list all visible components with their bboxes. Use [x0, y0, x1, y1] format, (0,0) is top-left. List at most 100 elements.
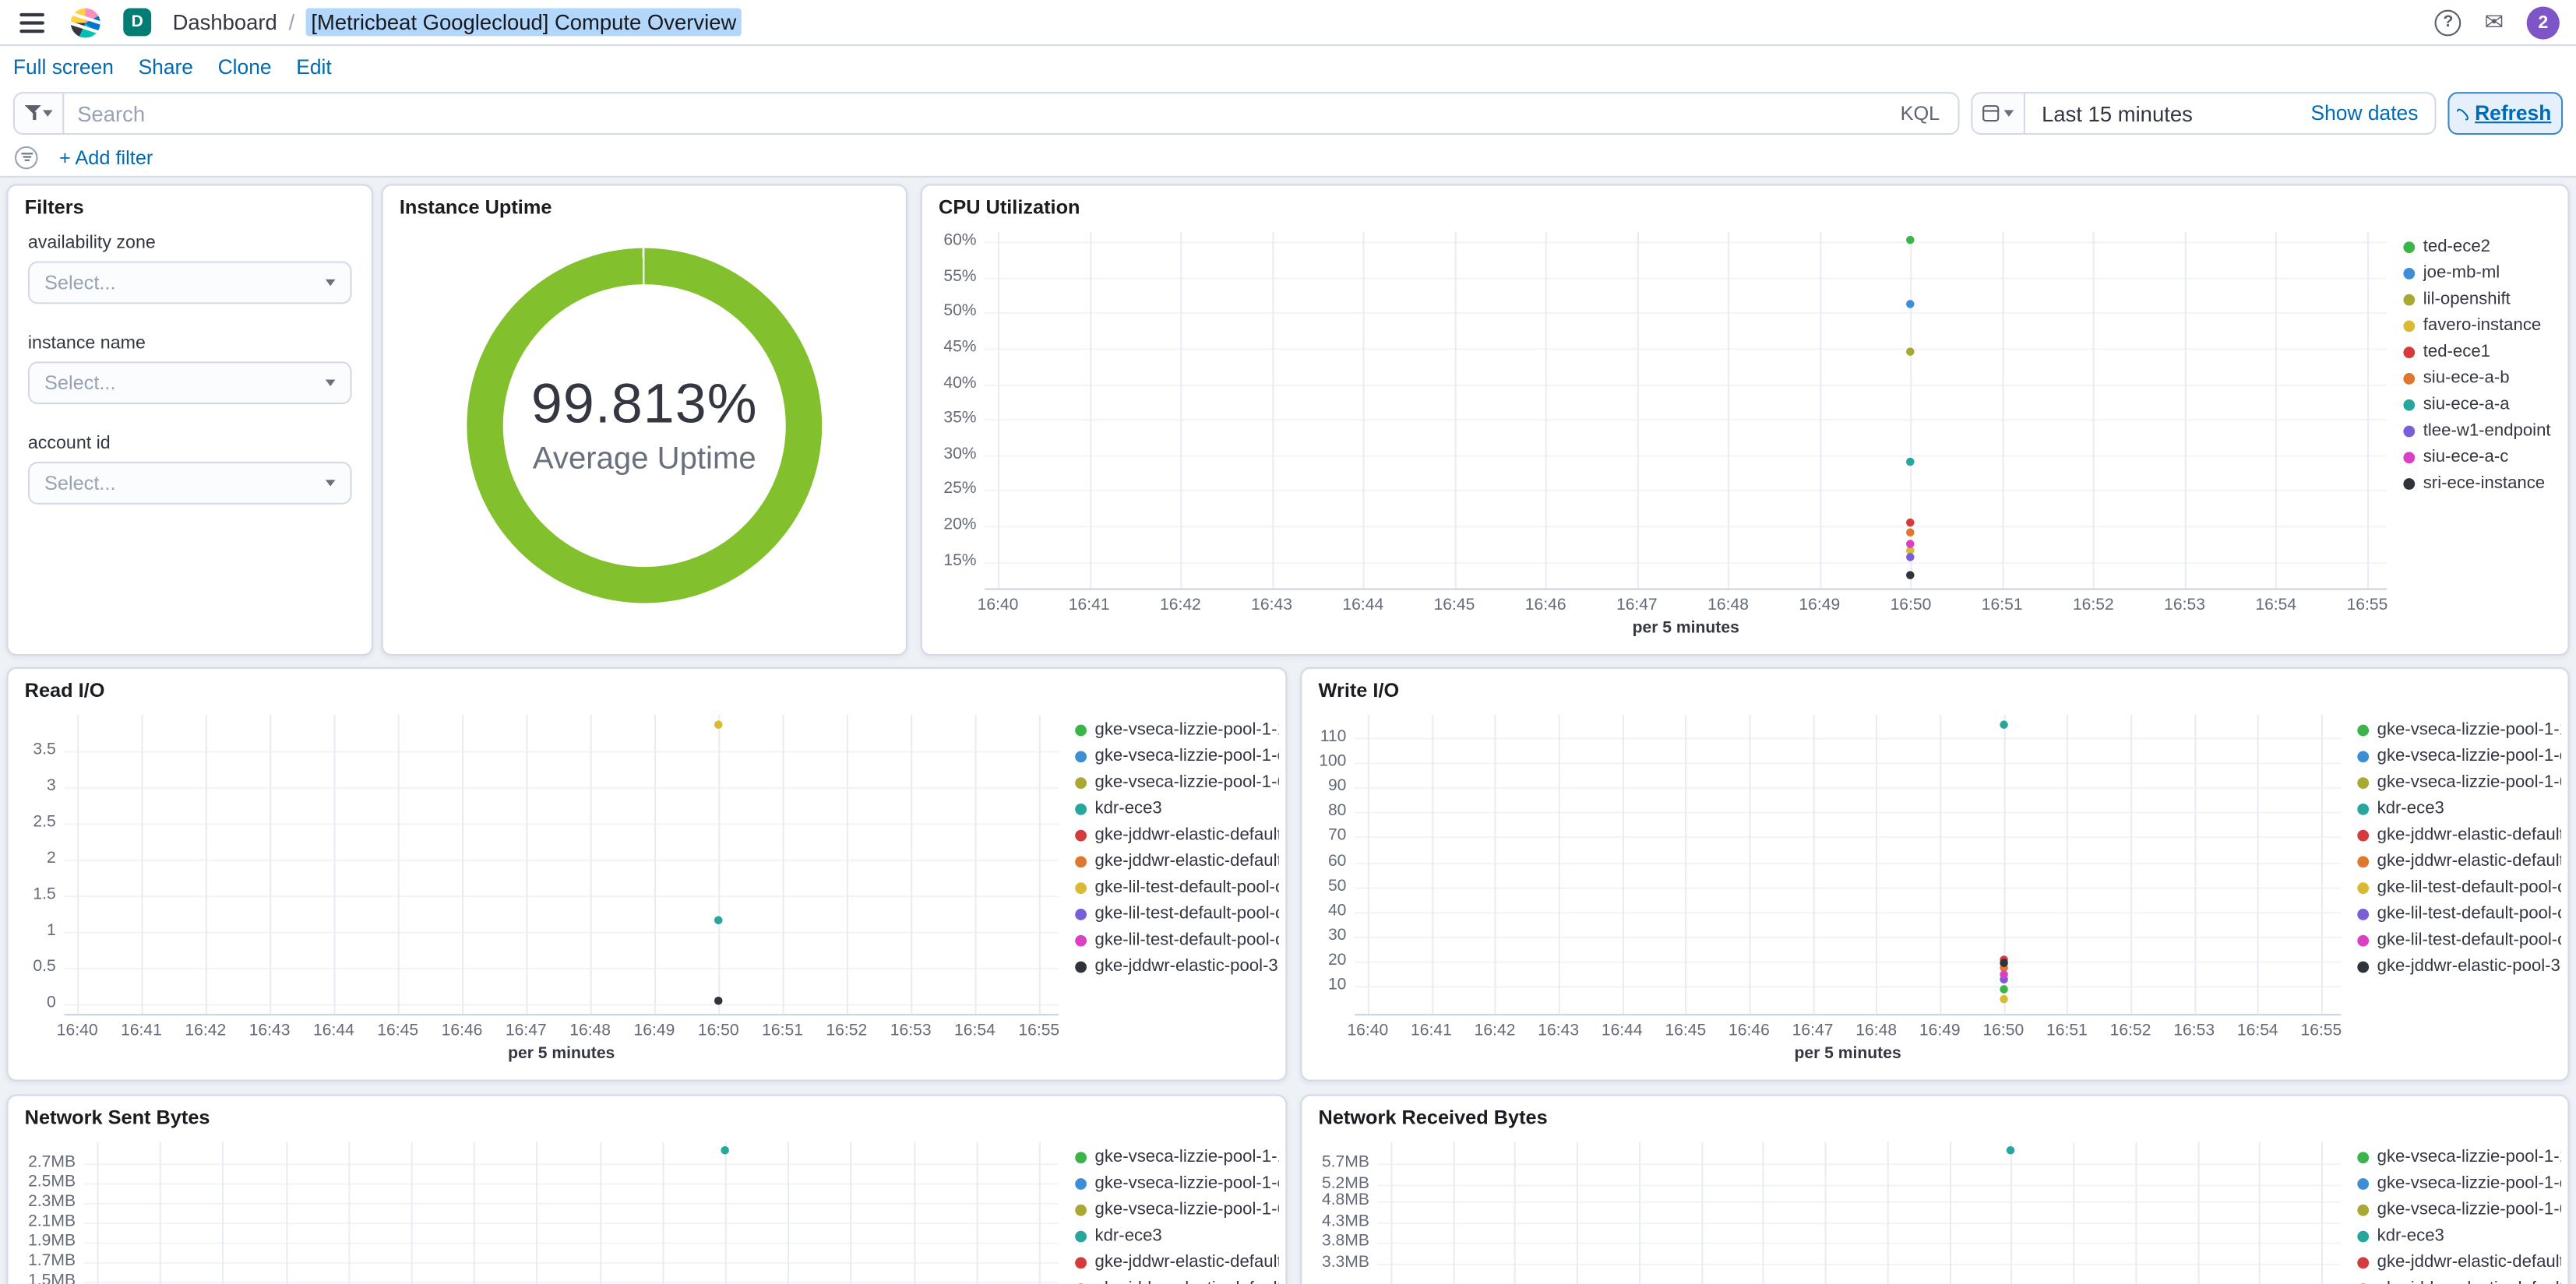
- legend-item[interactable]: gke-lil-test-default-pool-c1e...: [1075, 879, 1279, 897]
- legend-swatch: [2403, 477, 2416, 489]
- data-point[interactable]: [1906, 539, 1915, 548]
- search-input[interactable]: [64, 100, 1883, 126]
- legend-item[interactable]: gke-jddwr-elastic-default-po...: [1075, 1254, 1279, 1272]
- instance-name-select[interactable]: Select...: [27, 361, 352, 405]
- panel-title[interactable]: Read I/O: [25, 679, 105, 702]
- data-point[interactable]: [714, 720, 723, 730]
- legend-item[interactable]: gke-vseca-lizzie-pool-1-1877...: [2357, 1149, 2561, 1166]
- data-point[interactable]: [1906, 554, 1915, 562]
- legend-item[interactable]: gke-vseca-lizzie-pool-1-c417...: [1075, 748, 1279, 765]
- mail-icon[interactable]: [2484, 9, 2504, 37]
- legend-item[interactable]: ted-ece2: [2403, 238, 2561, 256]
- legend-item[interactable]: gke-vseca-lizzie-pool-1-c417...: [2357, 1175, 2561, 1193]
- refresh-button[interactable]: Refresh: [2447, 92, 2564, 135]
- legend-item[interactable]: gke-vseca-lizzie-pool-1-1877...: [1075, 721, 1279, 739]
- calendar-button[interactable]: [1972, 93, 2026, 133]
- legend-item[interactable]: gke-lil-test-default-pool-c1e...: [2357, 906, 2561, 923]
- availability-zone-select[interactable]: Select...: [27, 261, 352, 304]
- legend-item[interactable]: lil-openshift: [2403, 291, 2561, 309]
- legend-item[interactable]: gke-jddwr-elastic-pool-3-74...: [2357, 958, 2561, 976]
- data-point[interactable]: [1906, 571, 1915, 580]
- panel-title[interactable]: Network Sent Bytes: [25, 1106, 210, 1129]
- share-button[interactable]: Share: [139, 56, 193, 79]
- legend-item[interactable]: gke-vseca-lizzie-pool-1-630...: [2357, 774, 2561, 792]
- legend-item[interactable]: gke-jddwr-elastic-default-po...: [1075, 853, 1279, 871]
- legend-item[interactable]: siu-ece-a-b: [2403, 370, 2561, 388]
- legend-item[interactable]: gke-vseca-lizzie-pool-1-c417...: [1075, 1175, 1279, 1193]
- y-axis-label: 2.5: [33, 812, 56, 832]
- menu-icon[interactable]: [16, 12, 44, 33]
- legend-item[interactable]: gke-vseca-lizzie-pool-1-1877...: [2357, 721, 2561, 739]
- legend-item[interactable]: gke-jddwr-elastic-default-po...: [2357, 1280, 2561, 1284]
- legend-item[interactable]: gke-vseca-lizzie-pool-1-630...: [2357, 1201, 2561, 1219]
- data-point[interactable]: [1999, 986, 2008, 994]
- legend-item[interactable]: gke-jddwr-elastic-default-po...: [2357, 1254, 2561, 1272]
- page-title[interactable]: [Metricbeat Googlecloud] Compute Overvie…: [306, 8, 742, 37]
- panel-title[interactable]: Network Received Bytes: [1319, 1106, 1548, 1129]
- legend-item[interactable]: gke-lil-test-default-pool-c1e...: [1075, 932, 1279, 950]
- network-sent-bytes-panel: Network Sent Bytes 2.7MB 2.5MB 2.3MB 2.1MB 1…: [6, 1094, 1288, 1284]
- panel-title[interactable]: CPU Utilization: [939, 195, 1080, 219]
- show-dates-button[interactable]: Show dates: [2311, 102, 2435, 125]
- data-point[interactable]: [1999, 959, 2008, 967]
- legend-item[interactable]: joe-mb-ml: [2403, 265, 2561, 283]
- panel-title[interactable]: Write I/O: [1319, 679, 1400, 702]
- add-filter-button[interactable]: + Add filter: [59, 146, 153, 169]
- legend-item[interactable]: gke-vseca-lizzie-pool-1-1877...: [1075, 1149, 1279, 1166]
- data-point[interactable]: [1906, 299, 1915, 308]
- data-point[interactable]: [1999, 994, 2008, 1003]
- legend-label: ted-ece2: [2423, 238, 2490, 257]
- legend-item[interactable]: gke-jddwr-elastic-pool-3-74...: [1075, 958, 1279, 976]
- data-point[interactable]: [1906, 518, 1915, 526]
- data-point[interactable]: [1906, 347, 1915, 357]
- data-point[interactable]: [1906, 457, 1915, 466]
- user-avatar[interactable]: 2: [2526, 5, 2560, 39]
- legend-item[interactable]: sri-ece-instance: [2403, 475, 2561, 493]
- legend-item[interactable]: siu-ece-a-c: [2403, 449, 2561, 466]
- legend-item[interactable]: gke-jddwr-elastic-default-po...: [2357, 827, 2561, 845]
- edit-button[interactable]: Edit: [296, 56, 331, 79]
- legend-item[interactable]: kdr-ece3: [1075, 800, 1279, 818]
- data-point[interactable]: [1906, 236, 1915, 244]
- legend-item[interactable]: gke-jddwr-elastic-default-po...: [1075, 827, 1279, 845]
- time-range-value[interactable]: Last 15 minutes: [2025, 101, 2311, 126]
- legend-item[interactable]: gke-vseca-lizzie-pool-1-630...: [1075, 774, 1279, 792]
- breadcrumb-dashboard[interactable]: Dashboard: [173, 10, 277, 35]
- hamburger-icon: [19, 12, 44, 33]
- data-point[interactable]: [2007, 1146, 2015, 1156]
- data-point[interactable]: [714, 996, 723, 1004]
- deployment-badge[interactable]: D: [123, 8, 152, 37]
- help-icon[interactable]: [2435, 9, 2461, 36]
- legend-item[interactable]: kdr-ece3: [1075, 1227, 1279, 1245]
- legend-label: kdr-ece3: [2377, 800, 2444, 818]
- full-screen-button[interactable]: Full screen: [13, 56, 114, 79]
- data-point[interactable]: [1999, 969, 2008, 978]
- legend-item[interactable]: gke-vseca-lizzie-pool-1-c417...: [2357, 748, 2561, 765]
- filter-circle-icon[interactable]: [14, 145, 38, 169]
- gridline: [1180, 231, 1182, 589]
- elastic-logo[interactable]: [70, 7, 100, 37]
- saved-query-button[interactable]: [14, 93, 65, 133]
- legend-item[interactable]: favero-instance: [2403, 317, 2561, 335]
- data-point[interactable]: [714, 916, 723, 925]
- data-point[interactable]: [721, 1146, 729, 1155]
- legend-item[interactable]: gke-jddwr-elastic-default-po...: [1075, 1280, 1279, 1284]
- account-id-select[interactable]: Select...: [27, 462, 352, 505]
- legend-item[interactable]: gke-vseca-lizzie-pool-1-630...: [1075, 1201, 1279, 1219]
- legend-item[interactable]: tlee-w1-endpoint: [2403, 422, 2561, 440]
- legend-item[interactable]: gke-lil-test-default-pool-c1e...: [1075, 906, 1279, 923]
- legend-item[interactable]: siu-ece-a-a: [2403, 396, 2561, 414]
- legend-item[interactable]: gke-lil-test-default-pool-c1e...: [2357, 879, 2561, 897]
- legend-item[interactable]: kdr-ece3: [2357, 800, 2561, 818]
- legend-item[interactable]: gke-lil-test-default-pool-c1e...: [2357, 932, 2561, 950]
- legend-item[interactable]: gke-jddwr-elastic-default-po...: [2357, 853, 2561, 871]
- data-point[interactable]: [1906, 529, 1915, 537]
- data-point[interactable]: [1999, 720, 2008, 730]
- y-axis-label: 25%: [943, 480, 977, 499]
- query-language-button[interactable]: KQL: [1882, 102, 1958, 125]
- panel-title[interactable]: Filters: [25, 195, 84, 219]
- legend-item[interactable]: kdr-ece3: [2357, 1227, 2561, 1245]
- legend-item[interactable]: ted-ece1: [2403, 343, 2561, 361]
- panel-title[interactable]: Instance Uptime: [400, 195, 552, 219]
- clone-button[interactable]: Clone: [218, 56, 272, 79]
